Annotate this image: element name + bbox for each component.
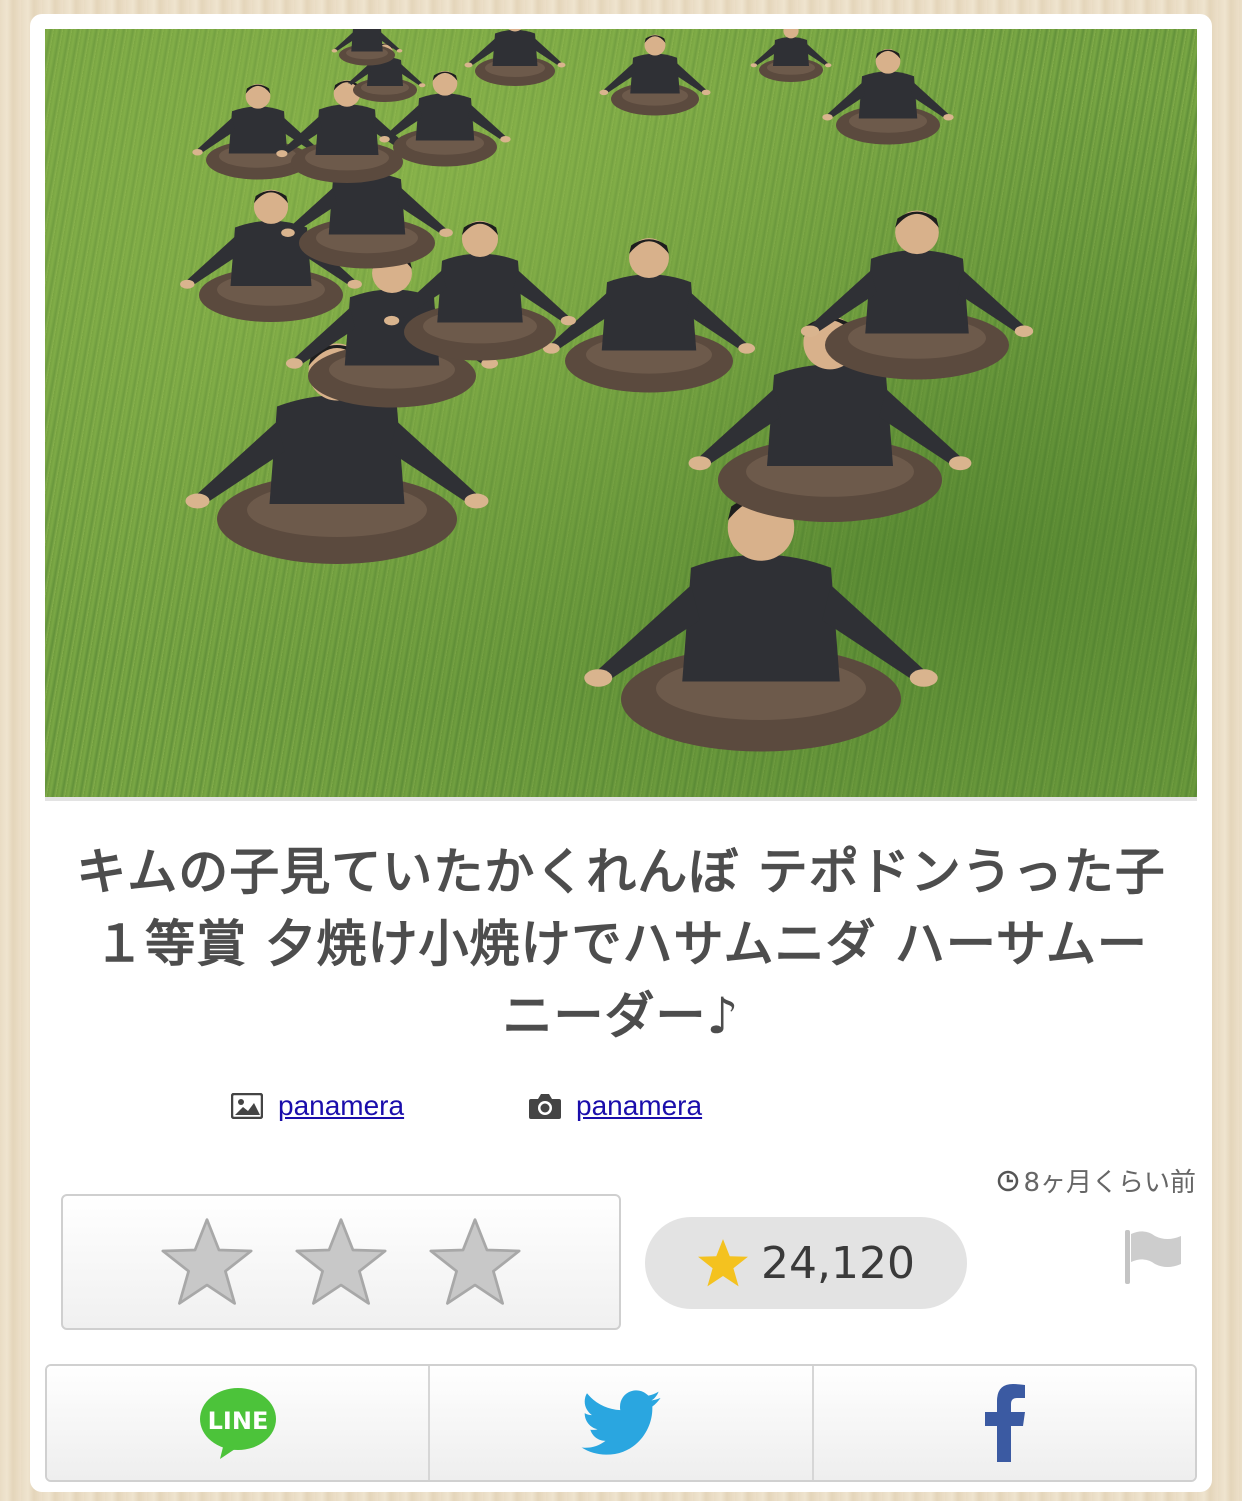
share-facebook-button[interactable] <box>813 1366 1195 1480</box>
photo-divider <box>45 797 1197 801</box>
clock-icon <box>998 1170 1019 1191</box>
post-time-text: 8ヶ月くらい前 <box>1023 1168 1196 1198</box>
post-card: キムの子見ていたかくれんぼ テポドンうった子１等賞 夕焼け小焼けでハサムニダ ハ… <box>30 14 1212 1492</box>
rate-star-3-icon[interactable] <box>429 1216 521 1308</box>
rate-star-1-icon[interactable] <box>161 1216 253 1308</box>
score-badge: 24,120 <box>645 1217 967 1309</box>
image-author-name[interactable]: panamera <box>278 1090 404 1122</box>
post-photo[interactable] <box>45 29 1197 797</box>
rate-star-2-icon[interactable] <box>295 1216 387 1308</box>
facebook-icon <box>985 1384 1026 1462</box>
rating-box <box>61 1194 621 1330</box>
post-time: 8ヶ月くらい前 <box>997 1162 1196 1199</box>
score-value: 24,120 <box>761 1237 915 1289</box>
flag-icon[interactable] <box>1123 1226 1183 1286</box>
photo-author-name[interactable]: panamera <box>576 1090 702 1122</box>
line-icon-label: LINE <box>207 1407 268 1435</box>
star-icon <box>698 1239 748 1287</box>
photo-illustration <box>180 29 1034 752</box>
photo-author-link[interactable]: panamera <box>528 1086 702 1126</box>
post-title: キムの子見ていたかくれんぼ テポドンうった子１等賞 夕焼け小焼けでハサムニダ ハ… <box>76 843 1166 1045</box>
twitter-icon <box>581 1390 661 1455</box>
camera-icon <box>528 1091 562 1121</box>
image-author-link[interactable]: panamera <box>230 1086 404 1126</box>
share-twitter-button[interactable] <box>430 1366 814 1480</box>
share-line-button[interactable]: LINE <box>47 1366 431 1480</box>
line-icon: LINE <box>199 1388 276 1459</box>
image-icon <box>230 1091 264 1121</box>
share-bar: LINE <box>45 1364 1197 1482</box>
